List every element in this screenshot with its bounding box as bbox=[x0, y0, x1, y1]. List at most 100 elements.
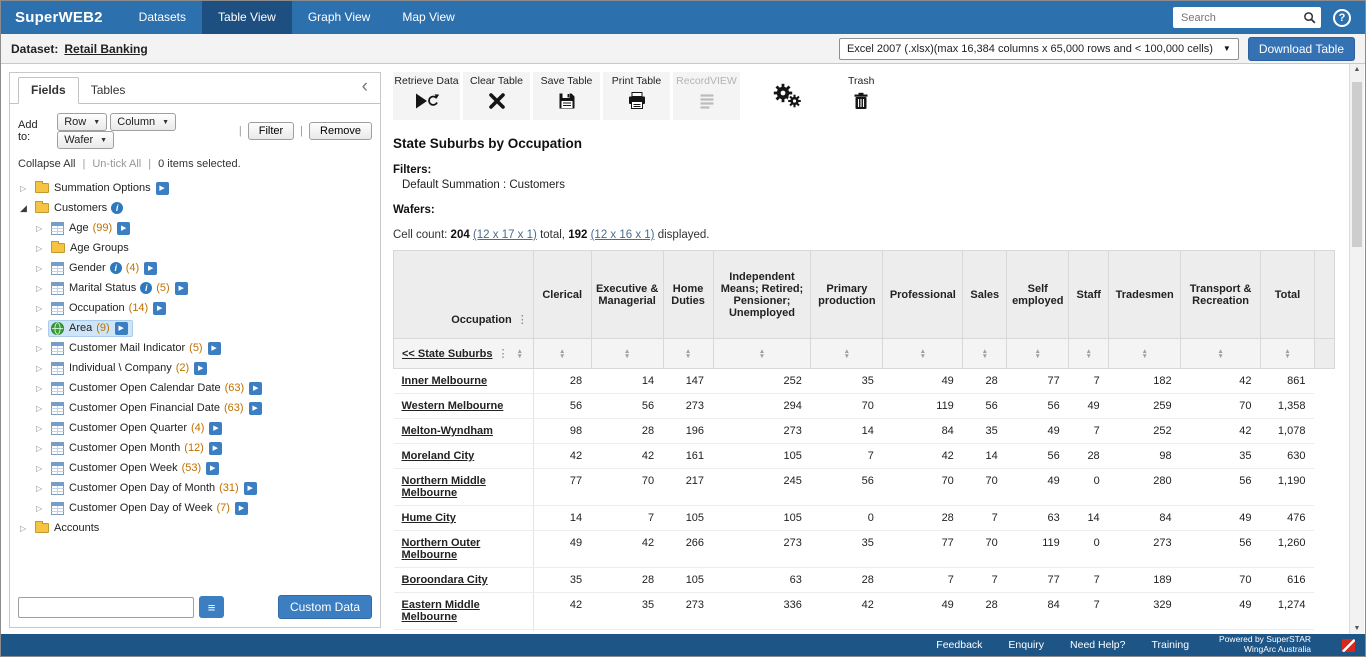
sort-cell-staff[interactable]: ▲▼ bbox=[1069, 339, 1109, 369]
footer-link-feedback[interactable]: Feedback bbox=[936, 639, 982, 651]
sort-cell-home-duties[interactable]: ▲▼ bbox=[663, 339, 713, 369]
vertical-scrollbar[interactable]: ▲ ▼ bbox=[1349, 64, 1364, 634]
scroll-up-icon[interactable]: ▲ bbox=[1350, 66, 1364, 73]
row-header-label[interactable]: << State Suburbs bbox=[402, 348, 492, 360]
tree-item-label[interactable]: Customer Open Day of Week bbox=[69, 502, 212, 514]
field-search-input[interactable] bbox=[18, 597, 194, 618]
column-header-home-duties[interactable]: Home Duties bbox=[663, 251, 713, 339]
search-input[interactable] bbox=[1173, 7, 1321, 28]
sort-cell-independent-means-retired-pensioner-unemployed[interactable]: ▲▼ bbox=[713, 339, 811, 369]
sort-cell-tradesmen[interactable]: ▲▼ bbox=[1109, 339, 1181, 369]
caret-collapsed-icon[interactable]: ▷ bbox=[20, 524, 33, 533]
sort-cell-sales[interactable]: ▲▼ bbox=[963, 339, 1007, 369]
tree-item-label[interactable]: Summation Options bbox=[54, 182, 151, 194]
add-field-arrow-button[interactable]: ▶ bbox=[209, 422, 222, 435]
row-label-link[interactable]: Moreland City bbox=[402, 450, 475, 462]
info-icon[interactable]: i bbox=[140, 282, 152, 294]
add-field-arrow-button[interactable]: ▶ bbox=[144, 262, 157, 275]
sort-icon[interactable]: ▲▼ bbox=[685, 349, 691, 359]
tree-item-customer-open-month[interactable]: ▷Customer Open Month(12)▶ bbox=[12, 438, 380, 458]
caret-collapsed-icon[interactable]: ▷ bbox=[36, 344, 49, 353]
row-label-link[interactable]: Eastern Middle Melbourne bbox=[402, 599, 480, 623]
column-header-self-employed[interactable]: Self employed bbox=[1007, 251, 1069, 339]
nav-item-graph-view[interactable]: Graph View bbox=[292, 1, 386, 34]
tree-item-age-groups[interactable]: ▷Age Groups bbox=[12, 238, 380, 258]
column-header-professional[interactable]: Professional bbox=[883, 251, 963, 339]
caret-collapsed-icon[interactable]: ▷ bbox=[36, 284, 49, 293]
sort-cell-total[interactable]: ▲▼ bbox=[1261, 339, 1315, 369]
add-field-arrow-button[interactable]: ▶ bbox=[117, 222, 130, 235]
caret-collapsed-icon[interactable]: ▷ bbox=[36, 224, 49, 233]
tab-tables[interactable]: Tables bbox=[79, 78, 138, 103]
tree-item-occupation[interactable]: ▷Occupation(14)▶ bbox=[12, 298, 380, 318]
add-field-arrow-button[interactable]: ▶ bbox=[209, 442, 222, 455]
sort-icon[interactable]: ▲▼ bbox=[1141, 349, 1147, 359]
tree-item-customer-open-week[interactable]: ▷Customer Open Week(53)▶ bbox=[12, 458, 380, 478]
untick-all-link[interactable]: Un-tick All bbox=[92, 158, 141, 170]
help-icon[interactable]: ? bbox=[1333, 9, 1351, 27]
column-header-tradesmen[interactable]: Tradesmen bbox=[1109, 251, 1181, 339]
nav-item-table-view[interactable]: Table View bbox=[202, 1, 292, 34]
add-field-arrow-button[interactable]: ▶ bbox=[153, 302, 166, 315]
add-field-arrow-button[interactable]: ▶ bbox=[156, 182, 169, 195]
tree-item-area[interactable]: ▷Area(9)▶ bbox=[12, 318, 380, 338]
tree-item-label[interactable]: Accounts bbox=[54, 522, 99, 534]
add-to-select-wafer[interactable]: Wafer▼ bbox=[57, 131, 114, 149]
toolbar-print-table-button[interactable]: Print Table bbox=[603, 72, 670, 120]
row-label-link[interactable]: Melton-Wyndham bbox=[402, 425, 493, 437]
column-header-primary-production[interactable]: Primary production bbox=[811, 251, 883, 339]
info-icon[interactable]: i bbox=[111, 202, 123, 214]
tree-item-label[interactable]: Customer Open Month bbox=[69, 442, 180, 454]
tree-item-label[interactable]: Individual \ Company bbox=[69, 362, 172, 374]
column-header-independent-means-retired-pensioner-unemployed[interactable]: Independent Means; Retired; Pensioner; U… bbox=[713, 251, 811, 339]
tree-item-customer-open-financial-date[interactable]: ▷Customer Open Financial Date(63)▶ bbox=[12, 398, 380, 418]
tree-item-customers[interactable]: ◢Customersi bbox=[12, 198, 380, 218]
tree-item-label[interactable]: Customer Open Calendar Date bbox=[69, 382, 221, 394]
sort-icon[interactable]: ▲▼ bbox=[920, 349, 926, 359]
info-icon[interactable]: i bbox=[110, 262, 122, 274]
tree-item-label[interactable]: Occupation bbox=[69, 302, 125, 314]
nav-item-datasets[interactable]: Datasets bbox=[123, 1, 202, 34]
download-table-button[interactable]: Download Table bbox=[1248, 37, 1355, 61]
tree-item-accounts[interactable]: ▷ Accounts bbox=[12, 518, 380, 538]
custom-data-button[interactable]: Custom Data bbox=[278, 595, 372, 619]
tree-item-gender[interactable]: ▷Genderi(4)▶ bbox=[12, 258, 380, 278]
tree-item-age[interactable]: ▷Age(99)▶ bbox=[12, 218, 380, 238]
tree-item-customer-mail-indicator[interactable]: ▷Customer Mail Indicator(5)▶ bbox=[12, 338, 380, 358]
add-field-arrow-button[interactable]: ▶ bbox=[194, 362, 207, 375]
tab-fields[interactable]: Fields bbox=[18, 77, 79, 104]
scroll-down-icon[interactable]: ▼ bbox=[1350, 625, 1364, 632]
scrollbar-thumb[interactable] bbox=[1352, 82, 1362, 247]
column-menu-icon[interactable]: ⋮ bbox=[517, 314, 528, 326]
add-field-arrow-button[interactable]: ▶ bbox=[249, 402, 262, 415]
row-label-link[interactable]: Hume City bbox=[402, 512, 456, 524]
toolbar-retrieve-data-button[interactable]: Retrieve Data bbox=[393, 72, 460, 120]
cell-count-displayed-link[interactable]: (12 x 16 x 1) bbox=[591, 229, 655, 241]
caret-collapsed-icon[interactable]: ▷ bbox=[36, 424, 49, 433]
sort-cell-primary-production[interactable]: ▲▼ bbox=[811, 339, 883, 369]
tree-item-marital-status[interactable]: ▷Marital Statusi(5)▶ bbox=[12, 278, 380, 298]
column-header-sales[interactable]: Sales bbox=[963, 251, 1007, 339]
sort-icon[interactable]: ▲▼ bbox=[1085, 349, 1091, 359]
caret-collapsed-icon[interactable]: ▷ bbox=[36, 364, 49, 373]
tree-item-individual-company[interactable]: ▷Individual \ Company(2)▶ bbox=[12, 358, 380, 378]
add-field-arrow-button[interactable]: ▶ bbox=[175, 282, 188, 295]
column-header-transport-recreation[interactable]: Transport & Recreation bbox=[1181, 251, 1261, 339]
caret-collapsed-icon[interactable]: ▷ bbox=[36, 504, 49, 513]
caret-collapsed-icon[interactable]: ▷ bbox=[36, 484, 49, 493]
search-options-button[interactable]: ≡ bbox=[199, 596, 224, 618]
sort-icon[interactable]: ▲▼ bbox=[559, 349, 565, 359]
tree-item-customer-open-day-of-week[interactable]: ▷Customer Open Day of Week(7)▶ bbox=[12, 498, 380, 518]
caret-collapsed-icon[interactable]: ▷ bbox=[36, 324, 49, 333]
footer-link-need-help[interactable]: Need Help? bbox=[1070, 639, 1125, 651]
sort-icon[interactable]: ▲▼ bbox=[1217, 349, 1223, 359]
caret-collapsed-icon[interactable]: ▷ bbox=[36, 264, 49, 273]
caret-collapsed-icon[interactable]: ▷ bbox=[36, 404, 49, 413]
tree-item-label[interactable]: Age bbox=[69, 222, 89, 234]
tree-item-label[interactable]: Customer Open Week bbox=[69, 462, 178, 474]
add-field-arrow-button[interactable]: ▶ bbox=[235, 502, 248, 515]
column-header-staff[interactable]: Staff bbox=[1069, 251, 1109, 339]
add-field-arrow-button[interactable]: ▶ bbox=[249, 382, 262, 395]
sort-icon[interactable]: ▲▼ bbox=[982, 349, 988, 359]
sort-cell-clerical[interactable]: ▲▼ bbox=[533, 339, 591, 369]
